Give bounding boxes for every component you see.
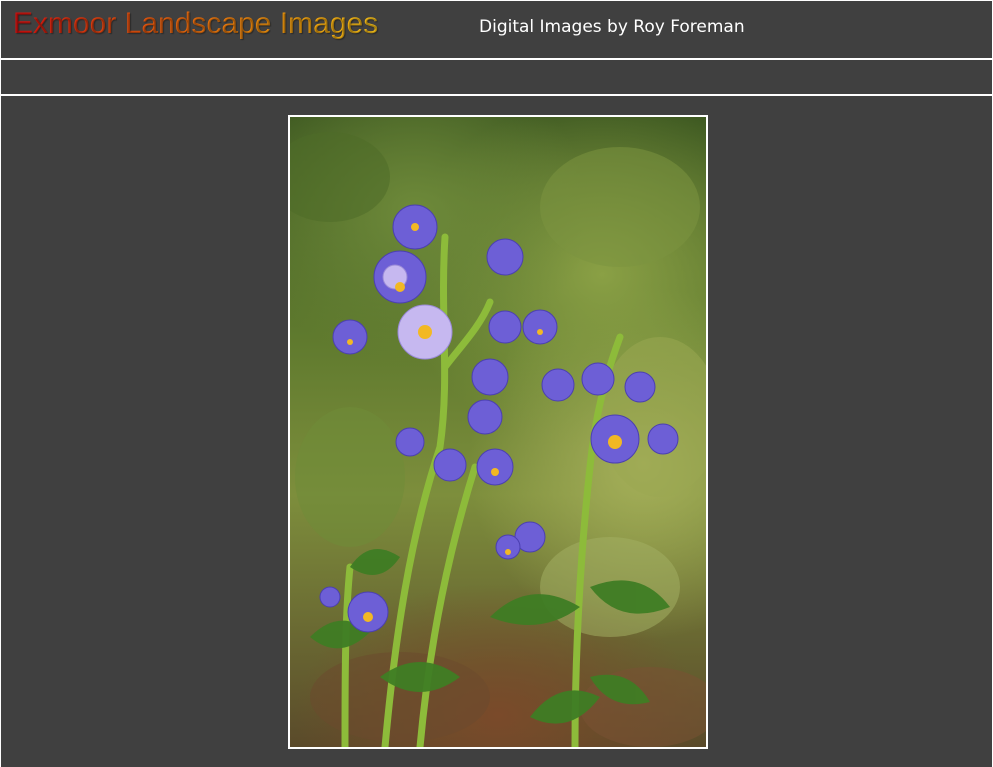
navigation-divider	[1, 94, 992, 96]
main-photo	[288, 115, 708, 749]
site-subtitle: Digital Images by Roy Foreman	[479, 17, 745, 37]
flower-illustration	[290, 132, 706, 747]
site-title[interactable]: Exmoor Landscape Images	[13, 7, 378, 41]
site-header: Exmoor Landscape Images Digital Images b…	[1, 1, 992, 58]
page-frame: Exmoor Landscape Images Digital Images b…	[1, 1, 992, 767]
navigation-bar	[1, 60, 992, 94]
